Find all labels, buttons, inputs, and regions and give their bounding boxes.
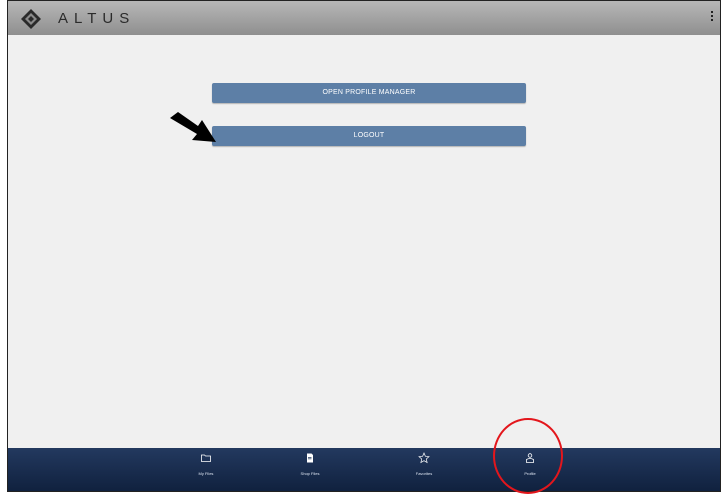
nav-item-label: Favorites	[415, 471, 433, 476]
folder-icon	[201, 454, 211, 462]
pointer-arrow-icon	[170, 112, 216, 142]
nav-item-label: My Files	[198, 471, 214, 476]
app-name: ALTUS	[58, 10, 136, 27]
document-icon	[307, 453, 313, 463]
nav-item-my-files[interactable]: My Files	[176, 448, 236, 491]
highlight-circle	[493, 418, 563, 494]
nav-item-label: Shop Files	[300, 471, 320, 476]
app-window: ALTUS OPEN PROFILE MANAGER LOGOUT My Fil…	[7, 0, 721, 492]
star-icon	[418, 452, 430, 464]
kebab-menu-icon[interactable]	[709, 11, 715, 25]
altus-logo-icon	[21, 9, 41, 29]
top-app-bar: ALTUS	[8, 1, 720, 35]
logout-button[interactable]: LOGOUT	[212, 126, 526, 146]
open-profile-manager-button[interactable]: OPEN PROFILE MANAGER	[212, 83, 526, 103]
nav-item-shop-files[interactable]: Shop Files	[280, 448, 340, 491]
bottom-navigation-bar: My Files Shop Files Favorites Profile	[8, 448, 720, 491]
nav-item-favorites[interactable]: Favorites	[394, 448, 454, 491]
